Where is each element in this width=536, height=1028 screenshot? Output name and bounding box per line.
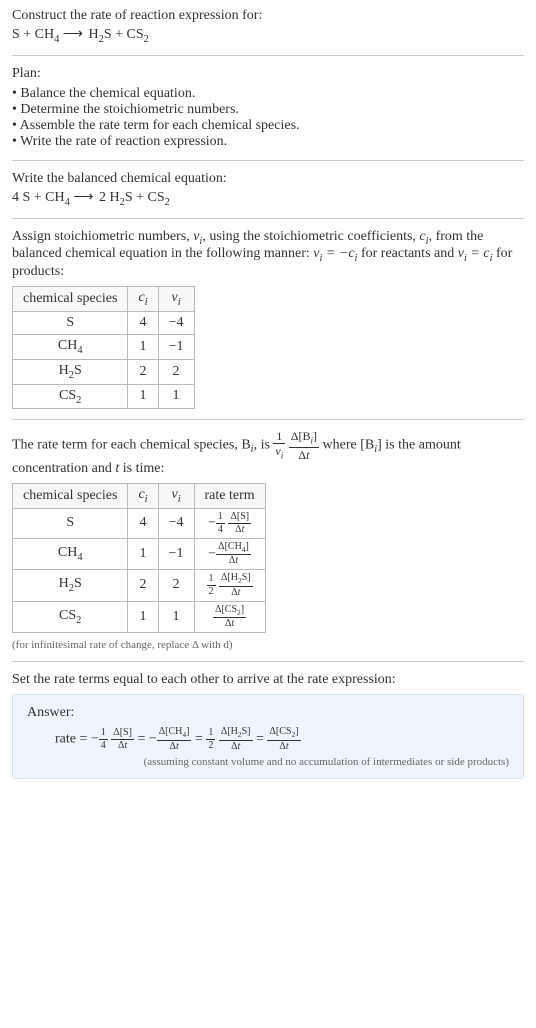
plan-item: Write the rate of reaction expression. <box>12 134 524 150</box>
col-species: chemical species <box>13 287 128 312</box>
table-header-row: chemical species ci νi rate term <box>13 483 266 508</box>
cell-rate: Δ[CS2]Δt <box>194 601 265 633</box>
text-fragment: Assign stoichiometric numbers, <box>12 229 193 244</box>
divider <box>12 661 524 662</box>
cell-species: CS2 <box>13 601 128 633</box>
cell-ci: 1 <box>128 538 158 570</box>
stoich-text: Assign stoichiometric numbers, νi, using… <box>12 229 524 281</box>
cell-vi: 1 <box>158 601 194 633</box>
table-row: H2S 2 2 12 Δ[H2S]Δt <box>13 570 266 602</box>
col-species: chemical species <box>13 483 128 508</box>
col-vi: νi <box>158 483 194 508</box>
text-fragment: where [B <box>323 438 375 453</box>
final-heading: Set the rate terms equal to each other t… <box>12 672 524 688</box>
cell-vi: 1 <box>158 384 194 409</box>
table-row: CS2 1 1 <box>13 384 195 409</box>
assumption-note: (assuming constant volume and no accumul… <box>27 756 509 768</box>
balanced-heading: Write the balanced chemical equation: <box>12 171 524 187</box>
table-row: H2S 2 2 <box>13 359 195 384</box>
cell-vi: 2 <box>158 359 194 384</box>
plan-heading: Plan: <box>12 66 524 82</box>
cell-ci: 2 <box>128 570 158 602</box>
frac-dBi-dt: Δ[Bi]Δt <box>289 430 319 460</box>
text-fragment: for reactants and <box>357 246 457 261</box>
divider <box>12 160 524 161</box>
plan-section: Plan: Balance the chemical equation. Det… <box>12 66 524 150</box>
rateterm-text: The rate term for each chemical species,… <box>12 430 524 476</box>
divider <box>12 419 524 420</box>
cell-vi: −1 <box>158 334 194 359</box>
rateterm-section: The rate term for each chemical species,… <box>12 430 524 651</box>
text-fragment: The rate term for each chemical species,… <box>12 438 251 453</box>
cell-vi: −4 <box>158 311 194 334</box>
cell-vi: 2 <box>158 570 194 602</box>
intro-prompt: Construct the rate of reaction expressio… <box>12 8 524 24</box>
text-fragment: is time: <box>119 461 164 476</box>
col-ci: ci <box>128 483 158 508</box>
table-row: CS2 1 1 Δ[CS2]Δt <box>13 601 266 633</box>
cell-species: H2S <box>13 570 128 602</box>
cell-ci: 4 <box>128 311 158 334</box>
plan-item: Determine the stoichiometric numbers. <box>12 102 524 118</box>
cell-rate: −14 Δ[S]Δt <box>194 508 265 538</box>
stoich-section: Assign stoichiometric numbers, νi , using… <box>12 229 524 410</box>
balanced-equation: 4 S + CH4 ⟶ 2 H2S + CS2 <box>12 189 524 208</box>
divider <box>12 218 524 219</box>
table-row: S 4 −4 −14 Δ[S]Δt <box>13 508 266 538</box>
table-row: CH4 1 −1 <box>13 334 195 359</box>
rate-expression: rate = −14 Δ[S]Δt = −Δ[CH4]Δt = 12 Δ[H2S… <box>27 727 509 752</box>
answer-box: Answer: rate = −14 Δ[S]Δt = −Δ[CH4]Δt = … <box>12 694 524 779</box>
table-header-row: chemical species ci νi <box>13 287 195 312</box>
text-fragment: , using the stoichiometric coefficients, <box>202 229 419 244</box>
table-row: S 4 −4 <box>13 311 195 334</box>
rateterm-table: chemical species ci νi rate term S 4 −4 … <box>12 483 266 633</box>
col-rate: rate term <box>194 483 265 508</box>
frac-one-over-nu: 1νi <box>273 430 285 460</box>
text-fragment: , is <box>254 438 274 453</box>
cell-ci: 4 <box>128 508 158 538</box>
plan-item: Assemble the rate term for each chemical… <box>12 118 524 134</box>
final-section: Set the rate terms equal to each other t… <box>12 672 524 779</box>
cell-ci: 1 <box>128 601 158 633</box>
col-vi: νi <box>158 287 194 312</box>
plan-list: Balance the chemical equation. Determine… <box>12 86 524 150</box>
cell-ci: 1 <box>128 384 158 409</box>
cell-species: H2S <box>13 359 128 384</box>
cell-species: CS2 <box>13 384 128 409</box>
answer-label: Answer: <box>27 705 509 721</box>
cell-ci: 2 <box>128 359 158 384</box>
cell-vi: −1 <box>158 538 194 570</box>
cell-species: CH4 <box>13 334 128 359</box>
infinitesimal-note: (for infinitesimal rate of change, repla… <box>12 639 524 651</box>
cell-species: CH4 <box>13 538 128 570</box>
cell-rate: −Δ[CH4]Δt <box>194 538 265 570</box>
balanced-section: Write the balanced chemical equation: 4 … <box>12 171 524 208</box>
unbalanced-equation: S + CH4 ⟶ H2S + CS2 <box>12 26 524 45</box>
col-ci: ci <box>128 287 158 312</box>
rate-label: rate = <box>55 732 91 747</box>
plan-item: Balance the chemical equation. <box>12 86 524 102</box>
stoich-table: chemical species ci νi S 4 −4 CH4 1 −1 H… <box>12 286 195 409</box>
cell-species: S <box>13 508 128 538</box>
table-row: CH4 1 −1 −Δ[CH4]Δt <box>13 538 266 570</box>
cell-rate: 12 Δ[H2S]Δt <box>194 570 265 602</box>
intro-section: Construct the rate of reaction expressio… <box>12 8 524 45</box>
cell-vi: −4 <box>158 508 194 538</box>
divider <box>12 55 524 56</box>
cell-species: S <box>13 311 128 334</box>
cell-ci: 1 <box>128 334 158 359</box>
